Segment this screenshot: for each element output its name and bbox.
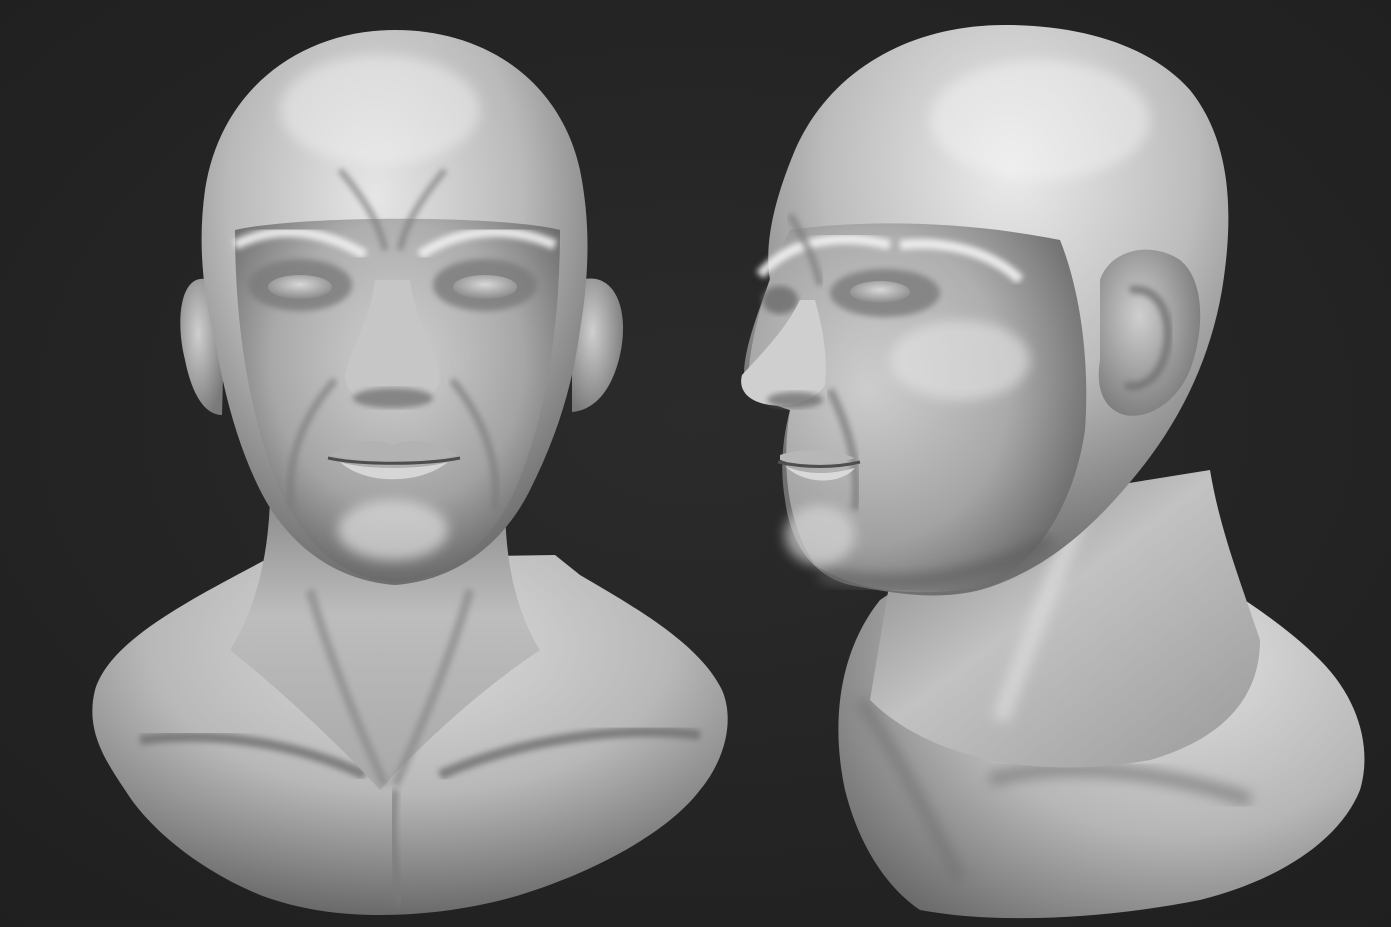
front-eye-right [453, 275, 517, 299]
sculpt-render [0, 0, 1391, 927]
front-skull-highlight [280, 55, 480, 165]
side-chin [785, 505, 855, 565]
viewport-canvas [0, 0, 1391, 927]
front-chin [338, 500, 448, 560]
side-nostril-shadow [767, 392, 823, 408]
front-eye-left [268, 275, 332, 299]
side-eye [850, 281, 910, 303]
side-skull-highlight [930, 60, 1150, 180]
side-eye-far-socket [762, 286, 798, 314]
front-nostril-shadow [353, 388, 433, 408]
side-cheekbone-highlight [890, 320, 1030, 400]
